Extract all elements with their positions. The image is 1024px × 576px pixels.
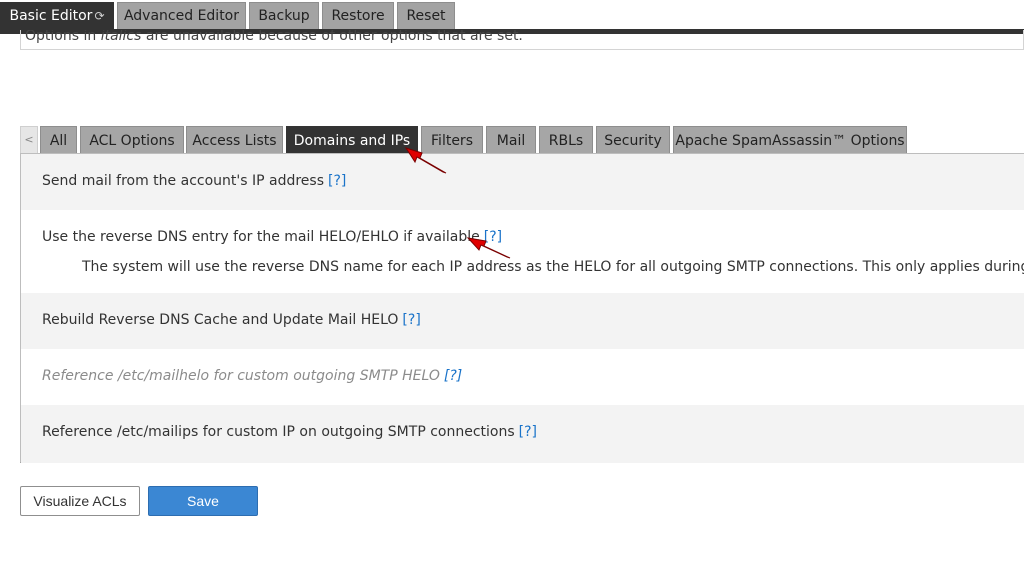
tab-reset-label: Reset xyxy=(406,8,446,24)
tab-backup-label: Backup xyxy=(258,8,310,24)
tab-backup[interactable]: Backup xyxy=(249,2,319,29)
option-row[interactable]: Send mail from the account's IP address[… xyxy=(21,154,1024,210)
annotation-arrow-icon xyxy=(404,147,447,174)
tab-basic-editor-label: Basic Editor xyxy=(9,8,93,24)
tab-access-lists[interactable]: Access Lists xyxy=(186,126,283,154)
option-label: Use the reverse DNS entry for the mail H… xyxy=(42,229,502,245)
tab-spamassassin-options[interactable]: Apache SpamAssassin™ Options xyxy=(673,126,907,154)
tab-domains-and-ips[interactable]: Domains and IPs xyxy=(286,126,418,154)
option-label-text: Reference /etc/mailhelo for custom outgo… xyxy=(42,368,440,384)
notice-suffix: are unavailable because of other options… xyxy=(141,30,523,44)
notice-prefix: Options in xyxy=(25,30,101,44)
tab-domains-and-ips-label: Domains and IPs xyxy=(293,133,411,149)
option-label-text: Send mail from the account's IP address xyxy=(42,173,325,189)
help-link[interactable]: [?] xyxy=(402,312,420,328)
save-button[interactable]: Save xyxy=(148,486,258,516)
help-link[interactable]: [?] xyxy=(444,368,462,384)
category-tab-bar: < All ACL Options Access Lists Domains a… xyxy=(20,126,1024,154)
tab-access-lists-label: Access Lists xyxy=(192,133,277,149)
help-link[interactable]: [?] xyxy=(519,424,537,440)
tab-reset[interactable]: Reset xyxy=(397,2,455,29)
tab-security[interactable]: Security xyxy=(596,126,670,154)
option-label: Reference /etc/mailips for custom IP on … xyxy=(42,424,537,440)
option-label: Rebuild Reverse DNS Cache and Update Mai… xyxy=(42,312,421,328)
tab-security-label: Security xyxy=(604,133,662,149)
tab-mail[interactable]: Mail xyxy=(486,126,536,154)
option-row-disabled: Reference /etc/mailhelo for custom outgo… xyxy=(21,349,1024,405)
option-row[interactable]: Rebuild Reverse DNS Cache and Update Mai… xyxy=(21,293,1024,349)
option-row[interactable]: Reference /etc/mailips for custom IP on … xyxy=(21,405,1024,463)
option-label-text: Reference /etc/mailips for custom IP on … xyxy=(42,424,515,440)
tab-all[interactable]: All xyxy=(40,126,77,154)
option-label: Reference /etc/mailhelo for custom outgo… xyxy=(42,368,462,384)
annotation-arrow-icon xyxy=(466,237,511,259)
notice-emphasis: italics xyxy=(100,30,142,44)
tab-all-label: All xyxy=(49,133,68,149)
tab-advanced-editor-label: Advanced Editor xyxy=(123,8,240,24)
tab-advanced-editor[interactable]: Advanced Editor xyxy=(117,2,246,29)
tab-rbls[interactable]: RBLs xyxy=(539,126,593,154)
tab-acl-options-label: ACL Options xyxy=(89,133,175,149)
tab-basic-editor[interactable]: Basic Editor ⟳ xyxy=(0,2,114,29)
tab-acl-options[interactable]: ACL Options xyxy=(80,126,184,154)
option-label-text: Rebuild Reverse DNS Cache and Update Mai… xyxy=(42,312,399,328)
tab-rbls-label: RBLs xyxy=(548,133,584,149)
visualize-acls-button[interactable]: Visualize ACLs xyxy=(20,486,140,516)
scroll-left-button[interactable]: < xyxy=(20,126,38,154)
tab-restore-label: Restore xyxy=(331,8,385,24)
option-description: The system will use the reverse DNS name… xyxy=(82,259,1024,275)
italics-notice: Options in italics are unavailable becau… xyxy=(20,30,1024,50)
options-panel: Send mail from the account's IP address[… xyxy=(20,153,1024,463)
top-tab-bar: Basic Editor ⟳ Advanced Editor Backup Res… xyxy=(0,0,1024,34)
option-label-text: Use the reverse DNS entry for the mail H… xyxy=(42,229,480,245)
tab-spamassassin-options-label: Apache SpamAssassin™ Options xyxy=(675,133,905,149)
option-label: Send mail from the account's IP address[… xyxy=(42,173,346,189)
tab-restore[interactable]: Restore xyxy=(322,2,394,29)
tab-mail-label: Mail xyxy=(496,133,526,149)
option-row[interactable]: Use the reverse DNS entry for the mail H… xyxy=(21,210,1024,293)
help-link[interactable]: [?] xyxy=(328,173,346,189)
refresh-icon: ⟳ xyxy=(94,9,105,23)
chevron-left-icon: < xyxy=(24,133,34,146)
